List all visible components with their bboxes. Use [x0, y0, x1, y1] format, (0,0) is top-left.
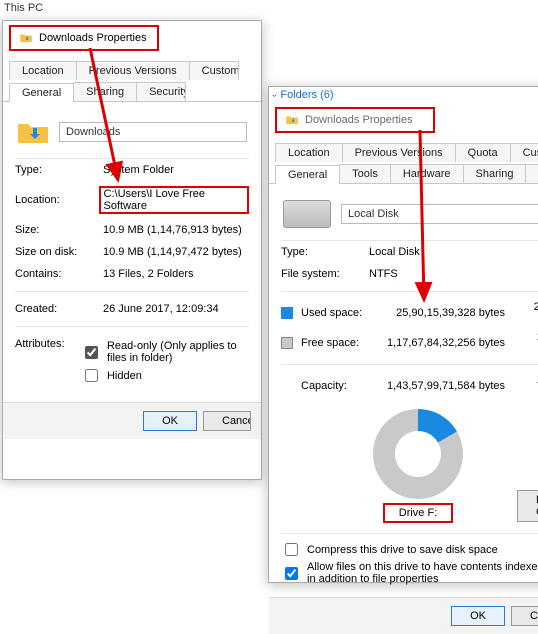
tab-sharing[interactable]: Sharing: [73, 82, 137, 101]
titlebar-text-front: Downloads Properties: [305, 114, 413, 126]
downloads-properties-dialog-back: Downloads Properties Location Previous V…: [2, 20, 262, 480]
titlebar-back: Downloads Properties: [9, 25, 159, 51]
ok-button[interactable]: OK: [451, 606, 505, 626]
checkbox-compress[interactable]: Compress this drive to save disk space: [281, 540, 538, 559]
free-swatch-icon: [281, 337, 293, 349]
used-swatch-icon: [281, 307, 293, 319]
value-size-on-disk: 10.9 MB (1,14,97,472 bytes): [103, 246, 242, 258]
checkbox-compress-label: Compress this drive to save disk space: [307, 544, 498, 556]
label-used: Used space:: [301, 307, 373, 319]
folders-header-text: Folders (6): [280, 89, 333, 101]
download-folder-icon: [19, 31, 33, 45]
tab-hardware[interactable]: Hardware: [390, 164, 464, 183]
tabs-back: Location Previous Versions Customize Gen…: [3, 55, 261, 102]
value-free-gb: 109 GB: [513, 331, 538, 355]
tab-customize[interactable]: Customize: [510, 143, 538, 162]
label-filesystem: File system:: [281, 268, 369, 280]
used-space-row: Used space: 25,90,15,39,328 bytes 24.1 G…: [281, 298, 538, 328]
tab-general[interactable]: General: [9, 83, 74, 102]
checkbox-index[interactable]: Allow files on this drive to have conten…: [281, 561, 538, 585]
checkbox-index-label: Allow files on this drive to have conten…: [307, 561, 538, 585]
capacity-row: Capacity: 1,43,57,99,71,584 bytes 133 GB: [281, 371, 538, 401]
tab-general[interactable]: General: [275, 165, 340, 184]
checkbox-readonly-label: Read-only (Only applies to files in fold…: [107, 340, 249, 364]
value-type: Local Disk: [369, 246, 420, 258]
tab-previous-versions[interactable]: Previous Versions: [342, 143, 456, 162]
drive-label: Drive F:: [383, 503, 454, 523]
checkbox-readonly[interactable]: Read-only (Only applies to files in fold…: [81, 340, 249, 364]
disk-icon: [283, 200, 331, 228]
disk-usage-pie: [373, 409, 463, 499]
value-type: System Folder: [103, 164, 174, 176]
value-used-gb: 24.1 GB: [513, 301, 538, 325]
label-type: Type:: [15, 164, 103, 176]
downloads-properties-dialog-front: › Folders (6) Downloads Properties Locat…: [268, 86, 538, 583]
breadcrumb: This PC: [4, 2, 43, 14]
label-created: Created:: [15, 303, 103, 315]
value-capacity-gb: 133 GB: [513, 374, 538, 398]
download-folder-icon: [285, 113, 299, 127]
value-filesystem: NTFS: [369, 268, 398, 280]
button-row-back: OK Cancel: [3, 402, 261, 439]
tab-panel-general-front: Type:Local Disk File system:NTFS Used sp…: [269, 184, 538, 597]
label-size: Size:: [15, 224, 103, 236]
chevron-down-icon: ›: [269, 93, 280, 96]
ok-button[interactable]: OK: [143, 411, 197, 431]
tab-security[interactable]: Security: [136, 82, 186, 101]
folders-header[interactable]: › Folders (6): [269, 87, 538, 103]
titlebar-front: Downloads Properties: [275, 107, 435, 133]
tabs-front: Location Previous Versions Quota Customi…: [269, 137, 538, 184]
button-row-front: OK Cancel: [269, 597, 538, 634]
value-used-bytes: 25,90,15,39,328 bytes: [381, 307, 505, 319]
value-contains: 13 Files, 2 Folders: [103, 268, 193, 280]
label-location: Location:: [15, 194, 99, 206]
titlebar-text: Downloads Properties: [39, 32, 147, 44]
tab-security[interactable]: Security: [525, 164, 538, 183]
volume-name-field[interactable]: [341, 204, 538, 224]
checkbox-hidden[interactable]: Hidden: [81, 366, 249, 385]
label-capacity: Capacity:: [301, 380, 373, 392]
value-created: 26 June 2017, 12:09:34: [103, 303, 219, 315]
cancel-button[interactable]: Cancel: [511, 606, 538, 626]
value-free-bytes: 1,17,67,84,32,256 bytes: [381, 337, 505, 349]
folder-name-field[interactable]: Downloads: [59, 122, 247, 142]
disk-cleanup-button[interactable]: Disk Cleanup: [517, 490, 538, 522]
label-type: Type:: [281, 246, 369, 258]
free-space-row: Free space: 1,17,67,84,32,256 bytes 109 …: [281, 328, 538, 358]
value-capacity-bytes: 1,43,57,99,71,584 bytes: [381, 380, 505, 392]
tab-panel-general-back: Downloads Type:System Folder Location:C:…: [3, 102, 261, 402]
tab-quota[interactable]: Quota: [455, 143, 511, 162]
folder-download-icon: [17, 118, 49, 146]
cancel-button[interactable]: Cancel: [203, 411, 251, 431]
tab-customize[interactable]: Customize: [189, 61, 239, 80]
label-attributes: Attributes:: [15, 338, 81, 350]
tab-previous-versions[interactable]: Previous Versions: [76, 61, 190, 80]
label-free: Free space:: [301, 337, 373, 349]
value-location: C:\Users\I Love Free Software: [99, 186, 249, 214]
checkbox-hidden-label: Hidden: [107, 370, 142, 382]
tab-tools[interactable]: Tools: [339, 164, 391, 183]
tab-sharing[interactable]: Sharing: [463, 164, 527, 183]
label-contains: Contains:: [15, 268, 103, 280]
value-size: 10.9 MB (1,14,76,913 bytes): [103, 224, 242, 236]
tab-location[interactable]: Location: [275, 143, 343, 162]
label-size-on-disk: Size on disk:: [15, 246, 103, 258]
tab-location[interactable]: Location: [9, 61, 77, 80]
